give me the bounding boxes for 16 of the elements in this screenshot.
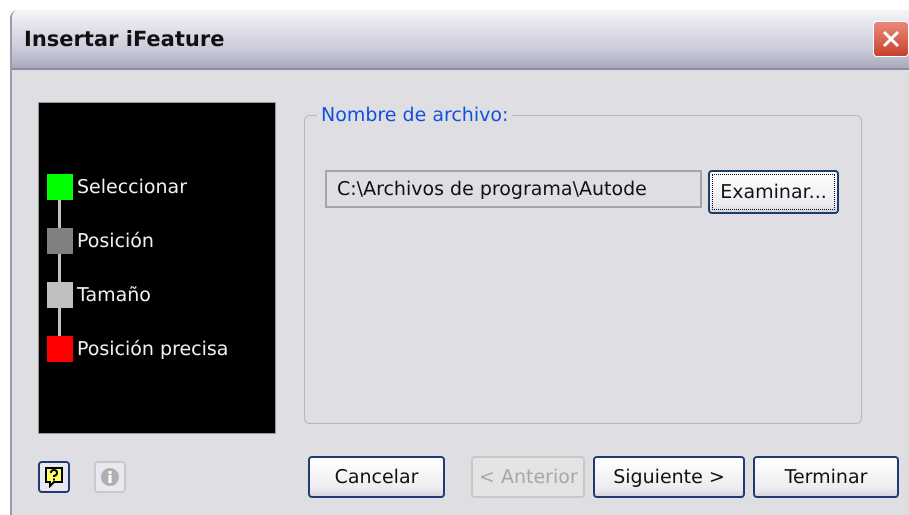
step-label: Tamaño: [77, 284, 151, 306]
wizard-button[interactable]: Terminar: [753, 456, 899, 498]
browse-button[interactable]: Examinar...: [708, 170, 839, 214]
close-button[interactable]: [873, 21, 909, 57]
help-button[interactable]: [38, 461, 70, 493]
close-icon: [880, 28, 902, 50]
group-legend: Nombre de archivo:: [317, 104, 512, 126]
wizard-button[interactable]: Siguiente >: [593, 456, 745, 498]
window-title: Insertar iFeature: [24, 27, 224, 51]
step-label: Posición precisa: [77, 338, 228, 360]
info-icon: [100, 467, 120, 487]
help-icon: [44, 466, 64, 488]
file-path-field[interactable]: C:\Archivos de programa\Autode: [325, 170, 702, 208]
step-label: Seleccionar: [77, 176, 188, 198]
wizard-button[interactable]: Cancelar: [308, 456, 445, 498]
step-label: Posición: [77, 230, 154, 252]
